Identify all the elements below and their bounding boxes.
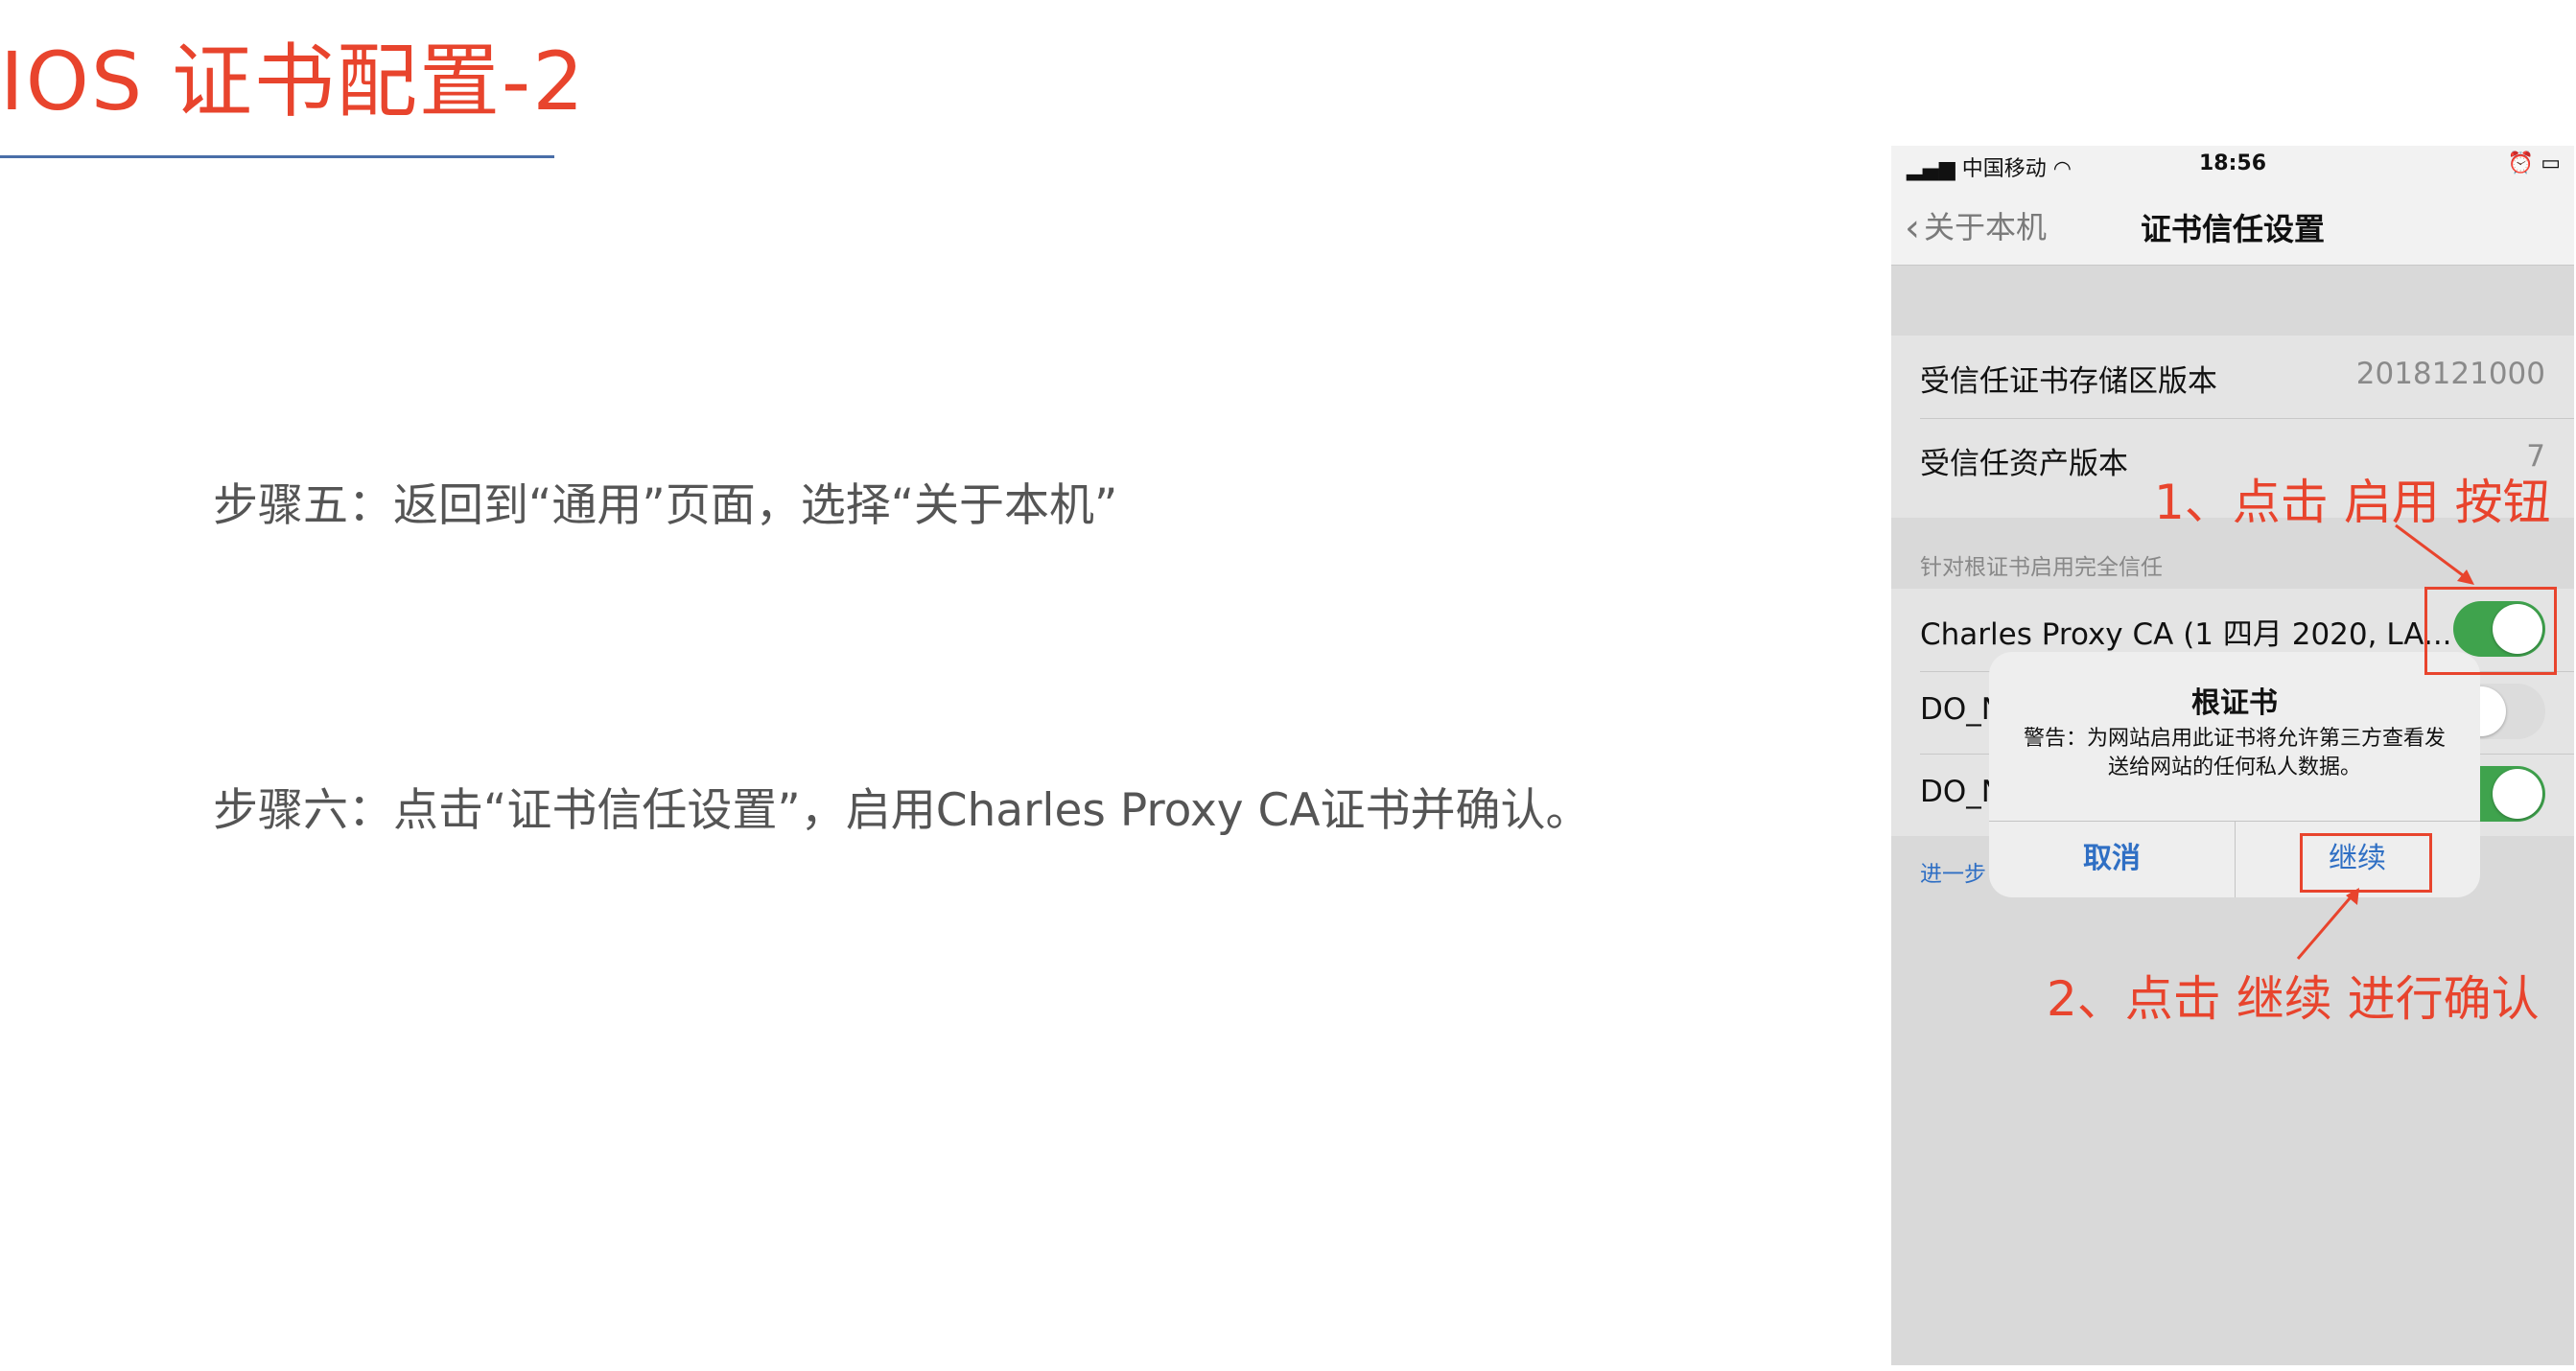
arrow-line-2 <box>2296 891 2357 960</box>
annotation-arrows <box>2296 523 2474 960</box>
arrow-line-1 <box>2395 523 2471 583</box>
